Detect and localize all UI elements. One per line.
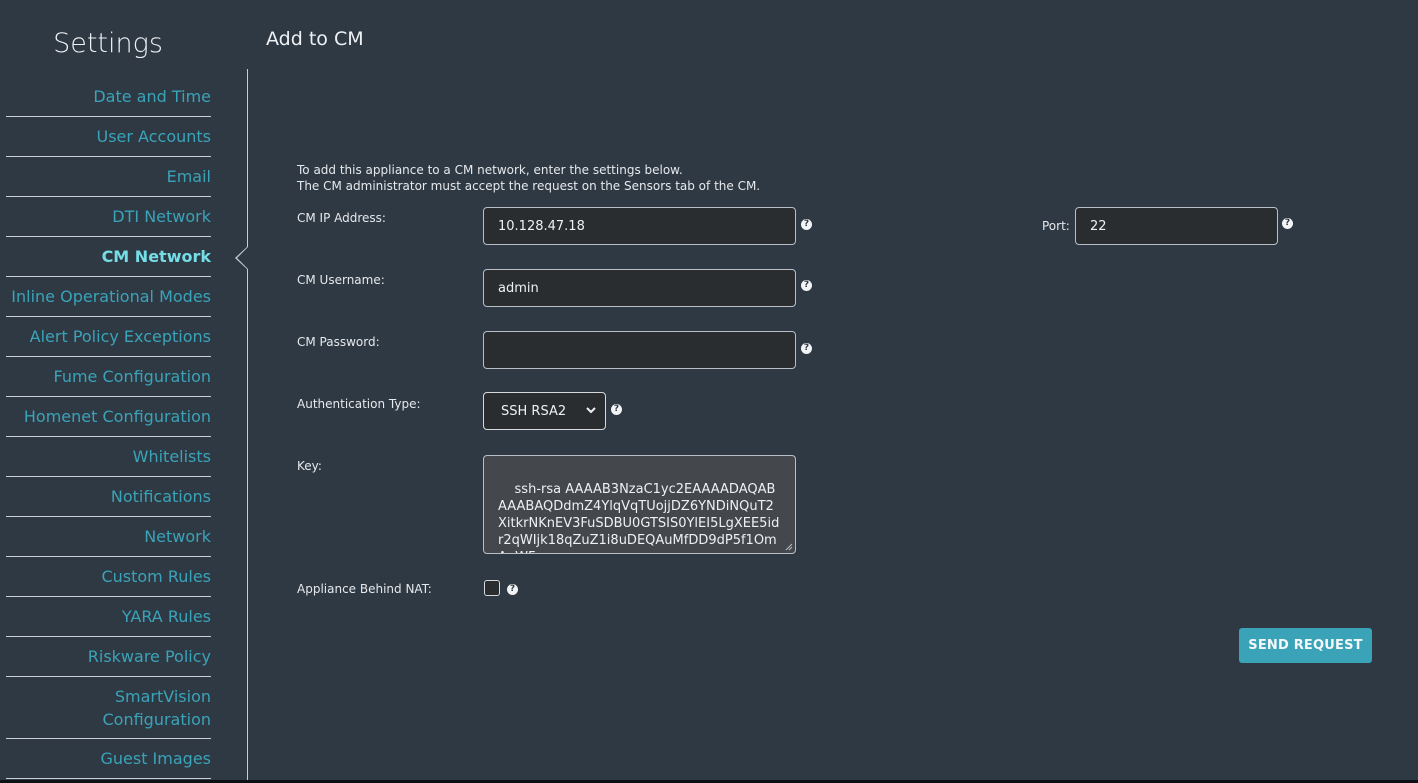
intro-line-1: To add this appliance to a CM network, e… bbox=[297, 163, 683, 177]
key-textarea[interactable]: ssh-rsa AAAAB3NzaC1yc2EAAAADAQABAAABAQDd… bbox=[483, 455, 796, 554]
cm-password-label: CM Password: bbox=[297, 335, 380, 349]
cm-ip-address-help-icon[interactable]: ? bbox=[801, 219, 812, 230]
cm-username-help-icon[interactable]: ? bbox=[801, 280, 812, 291]
send-request-button[interactable]: SEND REQUEST bbox=[1239, 628, 1372, 663]
page-title: Add to CM bbox=[266, 28, 364, 50]
resize-grip-icon[interactable] bbox=[785, 543, 793, 551]
sidebar-item-inline-operational-modes[interactable]: Inline Operational Modes bbox=[6, 277, 211, 317]
cm-password-input[interactable] bbox=[483, 331, 796, 369]
sidebar-title: Settings bbox=[53, 28, 163, 59]
sidebar-item-alert-policy-exceptions[interactable]: Alert Policy Exceptions bbox=[6, 317, 211, 357]
sidebar-item-fume-configuration[interactable]: Fume Configuration bbox=[6, 357, 211, 397]
intro-text: To add this appliance to a CM network, e… bbox=[297, 162, 760, 194]
cm-username-label: CM Username: bbox=[297, 273, 385, 287]
port-input[interactable] bbox=[1075, 207, 1278, 245]
sidebar-item-dti-network[interactable]: DTI Network bbox=[6, 197, 211, 237]
cm-username-input[interactable] bbox=[483, 269, 796, 307]
port-label: Port: bbox=[1042, 219, 1070, 233]
sidebar-item-user-accounts[interactable]: User Accounts bbox=[6, 117, 211, 157]
sidebar-item-smartvision-configuration[interactable]: SmartVision Configuration bbox=[6, 677, 211, 739]
appliance-behind-nat-label: Appliance Behind NAT: bbox=[297, 582, 432, 596]
settings-sidebar: Settings Date and Time User Accounts Ema… bbox=[0, 0, 248, 780]
sidebar-item-email[interactable]: Email bbox=[6, 157, 211, 197]
sidebar-divider bbox=[247, 69, 248, 780]
settings-page: Settings Date and Time User Accounts Ema… bbox=[0, 0, 1418, 780]
authentication-type-selected: SSH RSA2 bbox=[501, 403, 567, 419]
sidebar-item-homenet-configuration[interactable]: Homenet Configuration bbox=[6, 397, 211, 437]
key-text: ssh-rsa AAAAB3NzaC1yc2EAAAADAQABAAABAQDd… bbox=[498, 482, 780, 553]
active-item-pointer-inner bbox=[237, 247, 248, 269]
sidebar-item-guest-images[interactable]: Guest Images bbox=[6, 739, 211, 779]
key-label: Key: bbox=[297, 459, 322, 473]
authentication-type-help-icon[interactable]: ? bbox=[611, 404, 622, 415]
authentication-type-select[interactable]: SSH RSA2 bbox=[483, 392, 606, 430]
sidebar-item-network[interactable]: Network bbox=[6, 517, 211, 557]
chevron-down-icon bbox=[586, 407, 596, 414]
sidebar-item-whitelists[interactable]: Whitelists bbox=[6, 437, 211, 477]
appliance-behind-nat-checkbox[interactable] bbox=[484, 580, 500, 596]
appliance-behind-nat-help-icon[interactable]: ? bbox=[507, 584, 518, 595]
intro-line-2: The CM administrator must accept the req… bbox=[297, 179, 761, 193]
sidebar-item-riskware-policy[interactable]: Riskware Policy bbox=[6, 637, 211, 677]
port-help-icon[interactable]: ? bbox=[1282, 218, 1293, 229]
authentication-type-label: Authentication Type: bbox=[297, 397, 421, 411]
sidebar-item-notifications[interactable]: Notifications bbox=[6, 477, 211, 517]
cm-ip-address-label: CM IP Address: bbox=[297, 211, 386, 225]
settings-nav: Date and Time User Accounts Email DTI Ne… bbox=[6, 77, 211, 779]
sidebar-item-custom-rules[interactable]: Custom Rules bbox=[6, 557, 211, 597]
cm-password-help-icon[interactable]: ? bbox=[801, 343, 812, 354]
sidebar-item-cm-network[interactable]: CM Network bbox=[6, 237, 211, 277]
cm-ip-address-input[interactable] bbox=[483, 207, 796, 245]
sidebar-item-date-and-time[interactable]: Date and Time bbox=[6, 77, 211, 117]
sidebar-item-yara-rules[interactable]: YARA Rules bbox=[6, 597, 211, 637]
